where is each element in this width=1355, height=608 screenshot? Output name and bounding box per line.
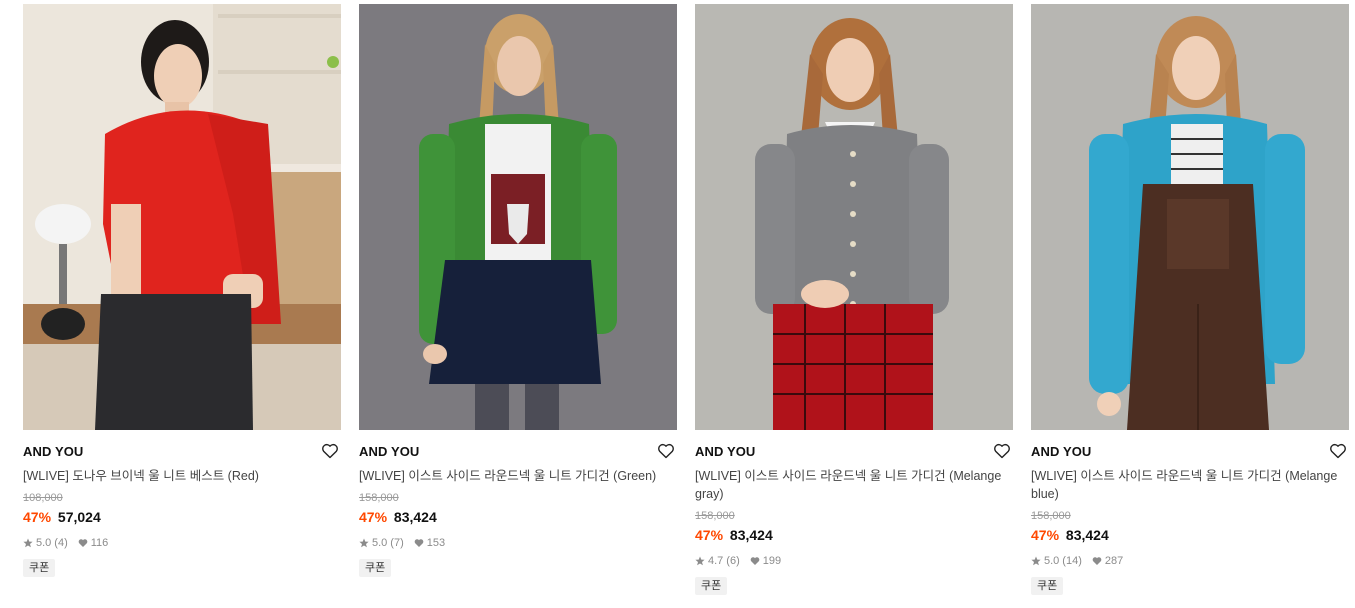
product-title[interactable]: [WLIVE] 이스트 사이드 라운드넥 울 니트 가디건 (Green) xyxy=(359,467,677,485)
original-price: 158,000 xyxy=(359,492,399,504)
likes-group: 287 xyxy=(1092,554,1123,568)
product-title[interactable]: [WLIVE] 이스트 사이드 라운드넥 울 니트 가디건 (Melange b… xyxy=(1031,467,1349,503)
rating-group: 5.0 (7) xyxy=(359,536,404,550)
rating-value: 4.7 xyxy=(708,555,724,567)
likes-group: 199 xyxy=(750,554,781,568)
heart-icon[interactable] xyxy=(321,442,339,460)
star-icon xyxy=(23,538,33,548)
heart-filled-icon xyxy=(414,539,424,547)
review-count: (6) xyxy=(726,555,740,567)
original-price: 158,000 xyxy=(695,510,735,522)
like-count: 199 xyxy=(762,555,782,567)
discount-rate: 47% xyxy=(1031,527,1060,543)
rating-group: 5.0 (14) xyxy=(1031,554,1082,568)
sale-price: 83,424 xyxy=(1065,527,1109,543)
product-stats: 5.0 (14) 287 xyxy=(1031,554,1349,568)
rating-group: 5.0 (4) xyxy=(23,536,68,550)
rating-group: 4.7 (6) xyxy=(695,554,740,568)
original-price: 108,000 xyxy=(23,492,63,504)
like-count: 116 xyxy=(90,537,109,549)
likes-group: 116 xyxy=(78,536,109,550)
price-row: 47% 83,424 xyxy=(1031,526,1349,544)
like-count: 287 xyxy=(1104,555,1124,567)
like-count: 153 xyxy=(426,537,446,549)
coupon-badge: 쿠폰 xyxy=(695,577,728,595)
discount-rate: 47% xyxy=(695,527,724,543)
product-card[interactable]: AND YOU [WLIVE] 이스트 사이드 라운드넥 울 니트 가디건 (M… xyxy=(695,4,1013,595)
product-image[interactable] xyxy=(695,4,1013,430)
product-grid: AND YOU [WLIVE] 도나우 브이넥 울 니트 베스트 (Red) 1… xyxy=(23,4,1349,595)
product-title[interactable]: [WLIVE] 이스트 사이드 라운드넥 울 니트 가디건 (Melange g… xyxy=(695,467,1013,503)
heart-filled-icon xyxy=(78,539,88,547)
discount-rate: 47% xyxy=(359,509,388,525)
rating-value: 5.0 xyxy=(372,537,388,549)
product-stats: 4.7 (6) 199 xyxy=(695,554,1013,568)
heart-icon[interactable] xyxy=(993,442,1011,460)
coupon-badge: 쿠폰 xyxy=(359,559,392,577)
star-icon xyxy=(695,556,705,566)
product-card[interactable]: AND YOU [WLIVE] 이스트 사이드 라운드넥 울 니트 가디건 (G… xyxy=(359,4,677,595)
sale-price: 83,424 xyxy=(729,527,773,543)
product-image[interactable] xyxy=(23,4,341,430)
star-icon xyxy=(359,538,369,548)
original-price: 158,000 xyxy=(1031,510,1071,522)
brand-name[interactable]: AND YOU xyxy=(23,444,341,460)
price-row: 47% 83,424 xyxy=(695,526,1013,544)
likes-group: 153 xyxy=(414,536,445,550)
rating-value: 5.0 xyxy=(36,537,52,549)
product-card[interactable]: AND YOU [WLIVE] 도나우 브이넥 울 니트 베스트 (Red) 1… xyxy=(23,4,341,595)
discount-rate: 47% xyxy=(23,509,52,525)
brand-name[interactable]: AND YOU xyxy=(695,444,1013,460)
brand-name[interactable]: AND YOU xyxy=(1031,444,1349,460)
coupon-badge: 쿠폰 xyxy=(23,559,56,577)
rating-value: 5.0 xyxy=(1044,555,1060,567)
price-row: 47% 57,024 xyxy=(23,508,341,526)
review-count: (4) xyxy=(54,537,68,549)
heart-filled-icon xyxy=(750,557,760,565)
product-stats: 5.0 (4) 116 xyxy=(23,536,341,550)
review-count: (7) xyxy=(390,537,404,549)
product-image[interactable] xyxy=(359,4,677,430)
product-card[interactable]: AND YOU [WLIVE] 이스트 사이드 라운드넥 울 니트 가디건 (M… xyxy=(1031,4,1349,595)
sale-price: 83,424 xyxy=(393,509,437,525)
coupon-badge: 쿠폰 xyxy=(1031,577,1064,595)
review-count: (14) xyxy=(1062,555,1082,567)
price-row: 47% 83,424 xyxy=(359,508,677,526)
product-stats: 5.0 (7) 153 xyxy=(359,536,677,550)
star-icon xyxy=(1031,556,1041,566)
sale-price: 57,024 xyxy=(57,509,101,525)
heart-filled-icon xyxy=(1092,557,1102,565)
brand-name[interactable]: AND YOU xyxy=(359,444,677,460)
product-title[interactable]: [WLIVE] 도나우 브이넥 울 니트 베스트 (Red) xyxy=(23,467,341,485)
product-image[interactable] xyxy=(1031,4,1349,430)
heart-icon[interactable] xyxy=(657,442,675,460)
heart-icon[interactable] xyxy=(1329,442,1347,460)
